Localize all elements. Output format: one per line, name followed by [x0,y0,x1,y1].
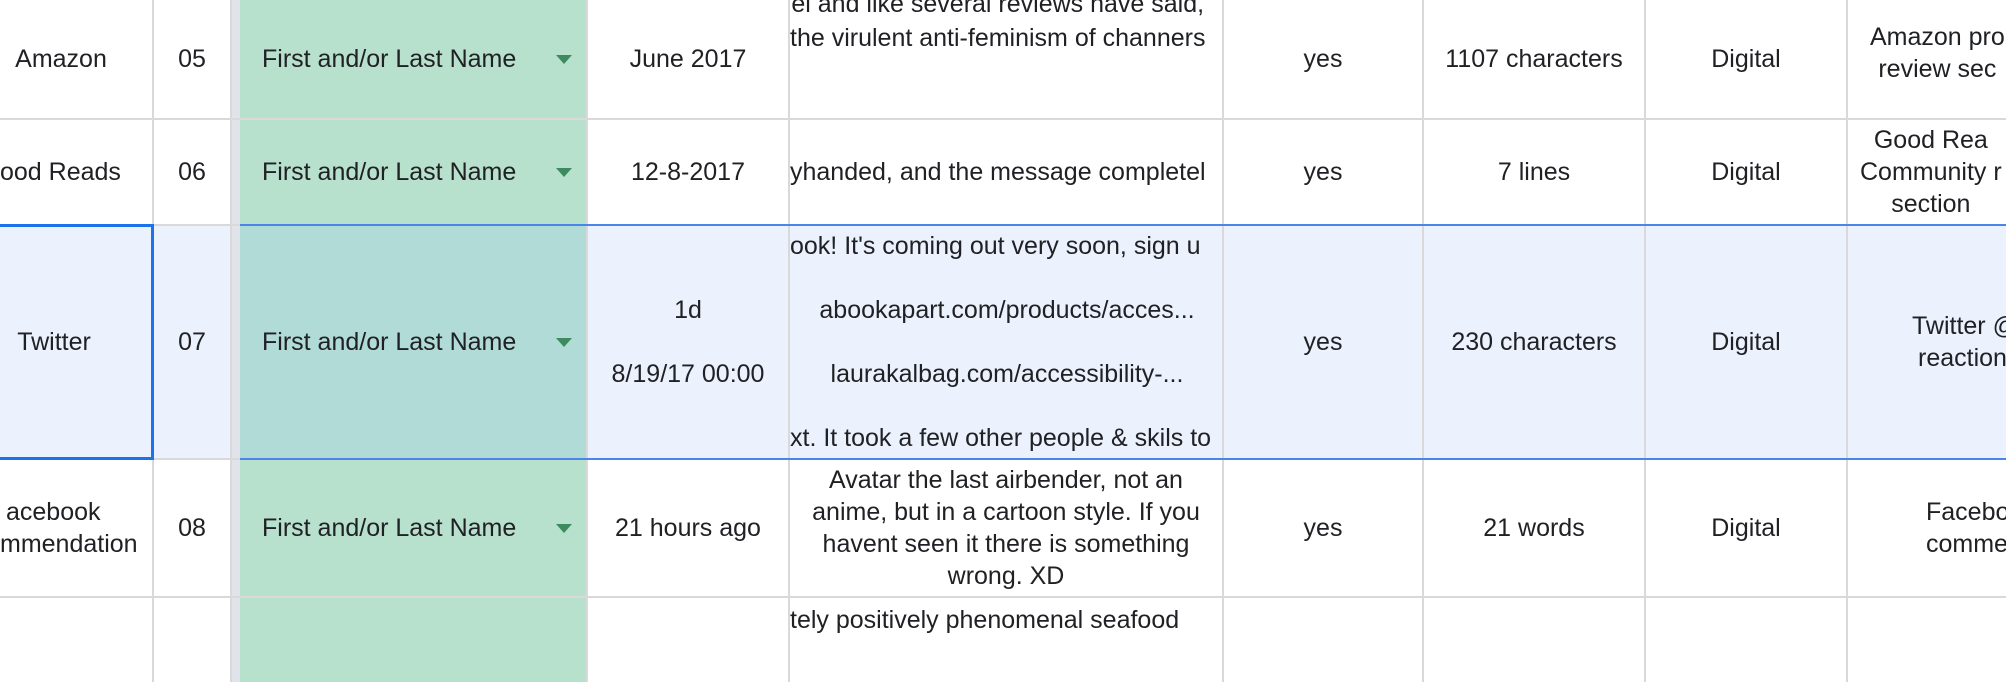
location-line: commen [1926,530,2006,558]
table-row-selected: Twitter 07 First and/or Last Name 1d 8/1… [0,226,2006,460]
name-value: First and/or Last Name [262,328,517,356]
review-text-cell[interactable]: tely positively phenomenal seafood [790,598,1224,682]
chevron-down-icon[interactable] [556,524,572,533]
length-cell[interactable]: 230 characters [1424,226,1646,458]
location-line: Amazon pro [1870,23,2005,51]
name-dropdown-cell[interactable]: First and/or Last Name [240,0,588,118]
review-line: tely positively phenomenal seafood [790,606,1180,634]
frozen-divider[interactable] [232,460,240,596]
location-line: Good Rea [1873,126,1988,154]
review-line: xt. It took a few other people & skils t… [790,424,1212,452]
frozen-divider[interactable] [232,598,240,682]
date-line: 1d [674,296,702,324]
chevron-down-icon[interactable] [556,168,572,177]
answer-cell[interactable]: yes [1224,120,1424,224]
source-line: mmendation [0,530,138,558]
row-selection-top-line [240,224,2006,226]
location-line: Community r [1860,158,2002,186]
table-row: acebook mmendation 08 First and/or Last … [0,460,2006,598]
source-text: Amazon [15,45,107,73]
source-cell[interactable]: ood Reads [0,120,154,224]
chevron-down-icon[interactable] [556,55,572,64]
number-cell[interactable]: 05 [154,0,232,118]
chevron-down-icon[interactable] [556,338,572,347]
answer-cell[interactable]: yes [1224,460,1424,596]
length-cell[interactable]: 7 lines [1424,120,1646,224]
answer-cell[interactable]: yes [1224,0,1424,118]
location-cell[interactable] [1848,598,2006,682]
number-cell[interactable]: 06 [154,120,232,224]
location-line: review sec [1878,55,1997,83]
location-cell[interactable]: Amazon pro review sec [1848,0,2006,118]
review-line: ook! It's coming out very soon, sign u [790,232,1201,260]
review-line: wrong. XD [947,562,1065,590]
source-cell[interactable]: Twitter [0,226,154,458]
date-cell[interactable]: 1d 8/19/17 00:00 [588,226,790,458]
review-line: havent seen it there is something [822,530,1190,558]
date-cell[interactable] [588,598,790,682]
number-cell[interactable]: 08 [154,460,232,596]
date-line: 8/19/17 00:00 [611,360,765,388]
table-row: tely positively phenomenal seafood [0,598,2006,682]
location-line: Faceboo [1926,498,2006,526]
answer-cell[interactable]: yes [1224,226,1424,458]
medium-cell[interactable]: Digital [1646,226,1848,458]
review-line: abookapart.com/products/acces... [819,296,1195,324]
frozen-divider[interactable] [232,226,240,458]
name-value: First and/or Last Name [262,514,517,542]
review-text-cell[interactable]: Avatar the last airbender, not an anime,… [790,460,1224,596]
name-value: First and/or Last Name [262,45,517,73]
name-dropdown-cell[interactable]: First and/or Last Name [240,120,588,224]
location-line: reaction [1918,344,2006,372]
review-text-cell[interactable]: ook! It's coming out very soon, sign u a… [790,226,1224,458]
location-cell[interactable]: Good Rea Community r section [1848,120,2006,224]
table-row: ood Reads 06 First and/or Last Name 12-8… [0,120,2006,226]
length-cell[interactable]: 1107 characters [1424,0,1646,118]
row-selection-bottom-line [240,458,2006,460]
name-dropdown-cell[interactable] [240,598,588,682]
location-cell[interactable]: Twitter @ reaction [1848,226,2006,458]
review-line: Avatar the last airbender, not an [829,466,1183,494]
location-line: Twitter @ [1912,312,2006,340]
review-line: el and like several reviews have said, [791,0,1205,18]
location-cell[interactable]: Faceboo commen [1848,460,2006,596]
review-text-cell[interactable]: yhanded, and the message completel [790,120,1224,224]
name-dropdown-cell[interactable]: First and/or Last Name [240,226,588,458]
review-text-cell[interactable]: el and like several reviews have said, t… [790,0,1224,118]
medium-cell[interactable] [1646,598,1848,682]
date-cell[interactable]: June 2017 [588,0,790,118]
review-line: anime, but in a cartoon style. If you [812,498,1200,526]
source-cell[interactable] [0,598,154,682]
source-text: ood Reads [0,158,121,186]
medium-cell[interactable]: Digital [1646,460,1848,596]
source-text: Twitter [17,328,91,356]
date-cell[interactable]: 21 hours ago [588,460,790,596]
date-cell[interactable]: 12-8-2017 [588,120,790,224]
location-line: section [1891,190,1971,218]
source-cell[interactable]: Amazon [0,0,154,118]
frozen-divider[interactable] [232,120,240,224]
name-dropdown-cell[interactable]: First and/or Last Name [240,460,588,596]
source-line: acebook [6,498,101,526]
medium-cell[interactable]: Digital [1646,120,1848,224]
review-line: laurakalbag.com/accessibility-... [830,360,1184,388]
source-cell[interactable]: acebook mmendation [0,460,154,596]
number-cell[interactable] [154,598,232,682]
spreadsheet-grid: Amazon 05 First and/or Last Name June 20… [0,0,2006,682]
answer-cell[interactable] [1224,598,1424,682]
review-line: the virulent anti-feminism of channers [790,24,1206,52]
medium-cell[interactable]: Digital [1646,0,1848,118]
length-cell[interactable]: 21 words [1424,460,1646,596]
table-row: Amazon 05 First and/or Last Name June 20… [0,0,2006,120]
frozen-divider[interactable] [232,0,240,118]
name-value: First and/or Last Name [262,158,517,186]
number-cell[interactable]: 07 [154,226,232,458]
length-cell[interactable] [1424,598,1646,682]
